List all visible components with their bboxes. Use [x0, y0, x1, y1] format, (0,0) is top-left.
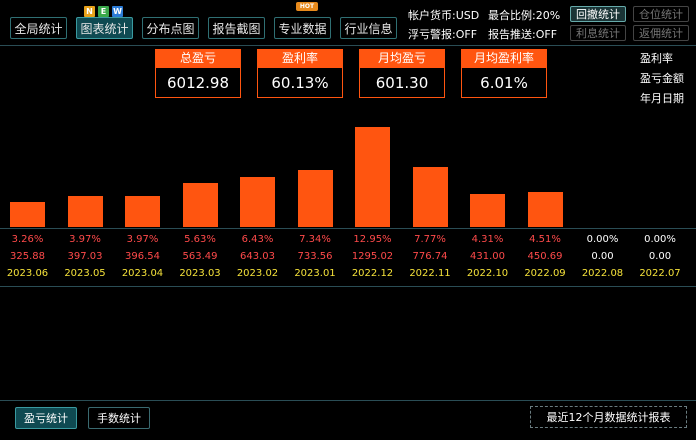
header-divider [0, 45, 696, 46]
hot-badge: HOT [296, 2, 318, 11]
bar-2022.11 [412, 167, 448, 227]
withdraw-stats-button[interactable]: 回撤统计 [570, 6, 626, 22]
amount-label: 431.00 [470, 251, 505, 262]
rebate-stats-button[interactable]: 返佣统计 [633, 25, 689, 41]
new-badge-w: W [112, 6, 123, 17]
date-label: 2022.12 [351, 268, 394, 279]
amount-label: 563.49 [182, 251, 218, 262]
rate-label: 3.97% [126, 234, 159, 245]
amount-label: 776.74 [412, 251, 448, 262]
date-label: 2023.05 [64, 268, 106, 279]
date-label: 2022.11 [409, 268, 451, 279]
card-monthly-pnl-value: 601.30 [359, 68, 445, 98]
bar-2022.12 [355, 127, 390, 227]
tab-professional-data[interactable]: 专业数据 [274, 17, 331, 39]
rate-label: 12.95% [353, 234, 392, 245]
tab-distribution[interactable]: 分布点图 [142, 17, 199, 39]
card-total-pnl-title: 总盈亏 [155, 49, 241, 68]
rate-label: 6.43% [241, 234, 274, 245]
report-label: 最近12个月数据统计报表 [530, 406, 687, 428]
bar-2022.10 [470, 194, 505, 227]
interest-stats-button[interactable]: 利息统计 [570, 25, 626, 41]
lot-stats-button[interactable]: 手数统计 [88, 407, 150, 429]
card-total-pnl-value: 6012.98 [155, 68, 241, 98]
date-label: 2023.03 [179, 268, 221, 279]
amount-label: 1295.02 [351, 251, 394, 262]
rate-label: 5.63% [184, 234, 216, 245]
date-label: 2022.07 [639, 268, 681, 279]
bar-2023.05 [67, 196, 103, 227]
tab-industry-info[interactable]: 行业信息 [340, 17, 397, 39]
amount-label: 450.69 [527, 251, 563, 262]
rate-label: 4.51% [529, 234, 561, 245]
profit-stats-button[interactable]: 盈亏统计 [15, 407, 77, 429]
card-monthly-pnl-title: 月均盈亏 [359, 49, 445, 68]
tab-report-screenshot[interactable]: 报告截图 [208, 17, 265, 39]
card-monthly-rate: 月均盈利率 6.01% [461, 49, 547, 98]
rate-label: 4.31% [471, 234, 504, 245]
amount-label: 396.54 [125, 251, 160, 262]
legend-date: 年月日期 [640, 92, 684, 105]
new-badge-n: N [84, 6, 95, 17]
bar-2023.01 [297, 170, 333, 227]
date-label: 2022.10 [466, 268, 509, 279]
tab-chart-stats[interactable]: 图表统计 [76, 17, 133, 39]
legend-pnl-amount: 盈亏金额 [640, 72, 684, 85]
card-monthly-pnl: 月均盈亏 601.30 [359, 49, 445, 98]
date-label: 2023.01 [294, 268, 336, 279]
date-label: 2022.09 [524, 268, 566, 279]
date-label: 2023.04 [121, 268, 164, 279]
date-label: 2022.08 [581, 268, 624, 279]
footer-top-divider [0, 400, 696, 401]
card-profit-rate: 盈利率 60.13% [257, 49, 343, 98]
rate-label: 7.34% [299, 234, 331, 245]
date-label: 2023.02 [236, 268, 279, 279]
bar-2023.03 [182, 183, 218, 227]
account-currency: 帐户货币:USD [408, 9, 480, 22]
amount-label: 0.00 [648, 251, 672, 262]
bar-2023.02 [240, 177, 275, 227]
amount-label: 325.88 [10, 251, 45, 262]
amount-label: 643.03 [240, 251, 275, 262]
amount-label: 397.03 [67, 251, 103, 262]
amount-label: 733.56 [297, 251, 333, 262]
chart-footer-divider [0, 286, 696, 287]
card-monthly-rate-value: 6.01% [461, 68, 547, 98]
card-monthly-rate-title: 月均盈利率 [461, 49, 547, 68]
rate-label: 0.00% [644, 234, 676, 245]
card-profit-rate-value: 60.13% [257, 68, 343, 98]
bar-2023.06 [10, 202, 45, 227]
card-total-pnl: 总盈亏 6012.98 [155, 49, 241, 98]
bar-2023.04 [125, 196, 160, 227]
date-label: 2023.06 [6, 268, 49, 279]
margin-ratio: 最合比例:20% [488, 9, 561, 22]
rate-label: 3.26% [11, 234, 44, 245]
position-stats-button[interactable]: 仓位统计 [633, 6, 689, 22]
report-push: 报告推送:OFF [488, 28, 558, 41]
bar-2022.09 [527, 192, 563, 227]
new-badge-e: E [98, 6, 109, 17]
rate-label: 7.77% [414, 234, 446, 245]
rate-label: 3.97% [69, 234, 101, 245]
rate-label: 0.00% [586, 234, 619, 245]
amount-label: 0.00 [591, 251, 614, 262]
new-badge: N E W [84, 6, 123, 17]
chart-baseline [0, 228, 696, 229]
tab-global-stats[interactable]: 全局统计 [10, 17, 67, 39]
legend-profit-rate: 盈利率 [640, 52, 673, 65]
float-loss-alert: 浮亏警报:OFF [408, 28, 478, 41]
card-profit-rate-title: 盈利率 [257, 49, 343, 68]
